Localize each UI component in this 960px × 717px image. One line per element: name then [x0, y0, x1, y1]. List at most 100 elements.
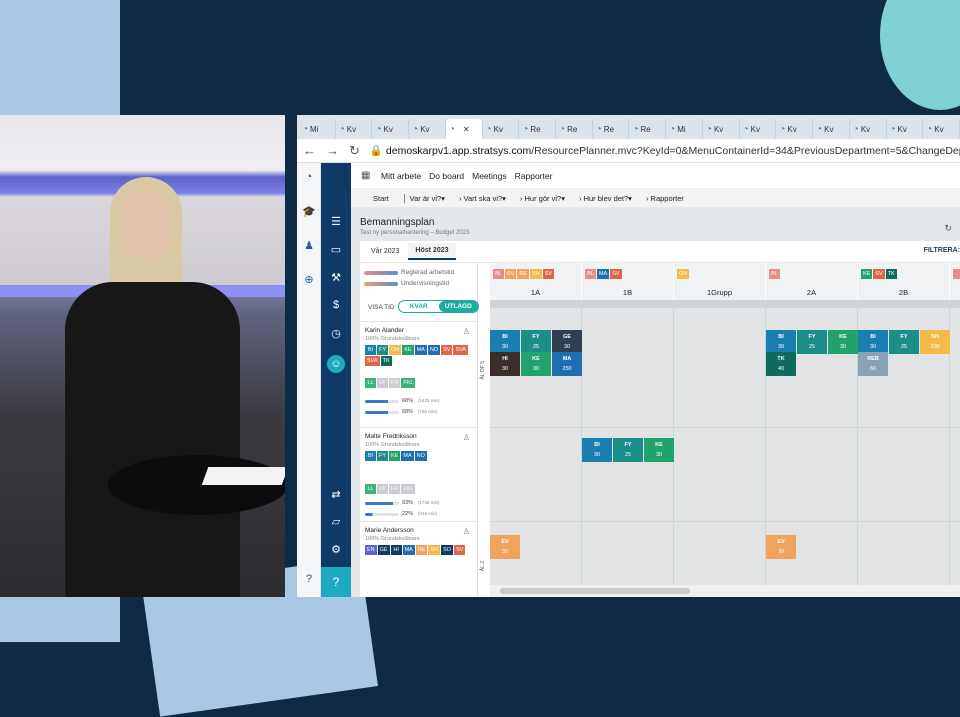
class-header[interactable]: BL MA SV 1B [582, 263, 674, 300]
toggle-kvar[interactable]: KVAR [399, 301, 439, 312]
menu-mitt-arbete[interactable]: Mitt arbete [381, 171, 421, 181]
submenu-start[interactable]: Start [373, 194, 389, 203]
tab-favicon-icon: ◔ [816, 123, 823, 135]
browser-tab[interactable]: ◔ Kv [372, 119, 410, 139]
allocation-cell[interactable]: FY 25 [889, 330, 919, 354]
browser-tab[interactable]: ◔ Kv [813, 119, 850, 139]
allocation-cell[interactable]: BI 30 [766, 330, 796, 354]
org-icon[interactable]: ♟ [300, 239, 318, 252]
browser-tab[interactable]: ◔ Re [519, 119, 557, 139]
help-button-icon[interactable]: ? [321, 567, 351, 597]
class-tags: BL MA SV [585, 269, 622, 279]
class-name: 2A [806, 288, 817, 297]
submenu-hur-gor-vi[interactable]: › Hur gör vi?▾ [520, 194, 565, 203]
staff-card[interactable]: Malte Fredriksson 100% Grundskollärare ♙ BI… [360, 427, 478, 521]
browser-tab[interactable]: ◔ Re [629, 119, 667, 139]
allocation-cell[interactable]: BI 30 [490, 330, 520, 354]
browser-tab[interactable]: ◔ Kv [850, 119, 887, 139]
scrollbar-thumb[interactable] [500, 588, 690, 594]
class-tag: SV [542, 269, 554, 279]
allocation-cell[interactable]: FY 25 [613, 438, 643, 462]
allocation-cell[interactable]: EV 30 [490, 535, 520, 559]
filter-label[interactable]: FILTRERA: [924, 247, 960, 254]
tab-host-2023[interactable]: Höst 2023 [408, 243, 456, 260]
help-icon[interactable]: ? [300, 573, 318, 585]
allocation-cell[interactable]: KE 30 [644, 438, 674, 462]
refresh-icon[interactable]: ↻ [944, 223, 952, 234]
browser-tab[interactable]: ◔ Mi [299, 119, 336, 139]
submenu-vart-ska-vi[interactable]: › Vart ska vi?▾ [459, 194, 506, 203]
dollar-icon[interactable]: $ [327, 299, 345, 311]
allocation-cell[interactable]: EV 30 [766, 535, 796, 559]
browser-tab[interactable]: ◔ Re [556, 119, 593, 139]
allocation-cell[interactable]: FY 25 [797, 330, 827, 354]
folder-icon[interactable]: ▱ [327, 515, 345, 528]
browser-tab[interactable]: ◔ Kv [409, 119, 446, 139]
browser-tab[interactable]: ◔ Re [593, 119, 630, 139]
gear-icon[interactable]: ⚙ [327, 543, 345, 556]
menu-meetings[interactable]: Meetings [472, 171, 507, 181]
horizontal-scrollbar[interactable] [490, 585, 960, 597]
staff-card[interactable]: Karin Alander 100% Grundskollärare ♙ BI FY OH… [360, 321, 478, 427]
subject-chip: BI [365, 345, 376, 355]
browser-tab[interactable]: ◔ Mi [666, 119, 703, 139]
browser-tab[interactable]: ◔ ✕ [445, 119, 483, 139]
staff-card[interactable]: Marie Andersson 100% Grundskollärare ♙ EN GE… [360, 521, 478, 581]
usage-bar [365, 513, 399, 516]
forward-icon[interactable]: → [326, 143, 339, 158]
allocation-cell[interactable]: GE 30 [552, 330, 582, 354]
class-header[interactable]: BL 2A [766, 263, 858, 300]
allocation-cell[interactable]: REB 60 [858, 352, 888, 376]
tab-label: Kv [787, 124, 797, 134]
user-icon[interactable]: ♙ [463, 433, 470, 442]
people-icon[interactable]: ☺ [327, 355, 345, 373]
menu-rapporter[interactable]: Rapporter [515, 171, 553, 181]
user-icon[interactable]: ♙ [463, 527, 470, 536]
allocation-cell[interactable]: SH 100 [920, 330, 950, 354]
back-icon[interactable]: ← [303, 143, 316, 158]
tab-close-icon[interactable]: ✕ [463, 125, 470, 134]
allocation-subject: GE [563, 334, 571, 340]
graduation-icon[interactable]: 🎓 [300, 205, 318, 218]
swap-icon[interactable]: ⇄ [327, 488, 345, 501]
add-icon[interactable]: ⊕ [300, 273, 318, 286]
browser-tab[interactable]: ◔ Kv [923, 119, 960, 139]
tab-var-2023[interactable]: Vår 2023 [364, 244, 406, 259]
allocation-cell[interactable]: BI 30 [858, 330, 888, 354]
browser-tab[interactable]: ◔ Kv [776, 119, 814, 139]
menu-do-board[interactable]: Do board [429, 171, 464, 181]
class-header[interactable]: OH 1Grupp [674, 263, 766, 300]
extra-chip: LL [365, 378, 376, 388]
class-header[interactable]: KE SV TK 2B [858, 263, 950, 300]
browser-tab[interactable]: ◔ Kv [740, 119, 777, 139]
browser-tab[interactable]: ◔ Kv [336, 119, 373, 139]
allocation-cell[interactable]: KE 30 [521, 352, 551, 376]
tab-favicon-icon: ◔ [559, 123, 566, 135]
user-icon[interactable]: ♙ [463, 327, 470, 336]
time-toggle[interactable]: KVAR UTLAGD [398, 300, 479, 313]
submenu-var-ar-vi[interactable]: │ Var är vi?▾ [403, 194, 445, 203]
submenu-hur-blev-det[interactable]: › Hur blev det?▾ [579, 194, 632, 203]
class-header[interactable]: BL EV RE SH SV 1A [490, 263, 582, 300]
book-icon[interactable]: ▭ [327, 243, 345, 256]
submenu-rapporter[interactable]: › Rapporter [646, 194, 684, 203]
browser-tab[interactable]: ◔ Kv [887, 119, 924, 139]
class-tag: OH [677, 269, 690, 279]
allocation-cell[interactable]: TK 40 [766, 352, 796, 376]
wrench-icon[interactable]: ⚒ [327, 271, 345, 284]
grid-icon[interactable]: ▦ [361, 170, 370, 181]
clock-icon[interactable]: ◷ [327, 327, 345, 340]
reload-icon[interactable]: ↻ [349, 143, 360, 159]
url-field[interactable]: 🔒 demoskarpv1.app.stratsys.com/ResourceP… [370, 144, 960, 157]
allocation-cell[interactable]: MA 250 [552, 352, 582, 376]
menu-icon[interactable]: ☰ [327, 215, 345, 228]
allocation-value: 30 [501, 344, 509, 350]
schedule-grid: BL EV RE SH SV 1A BL MA SV 1B OH 1Grupp BL 2A KE SV TK 2B… [490, 263, 960, 597]
toggle-utlagd[interactable]: UTLAGD [438, 301, 478, 312]
browser-tab[interactable]: ◔ Kv [703, 119, 740, 139]
allocation-cell[interactable]: KE 30 [828, 330, 858, 354]
allocation-cell[interactable]: BI 30 [582, 438, 612, 462]
allocation-cell[interactable]: HI 30 [490, 352, 520, 376]
browser-tab[interactable]: ◔ Kv [483, 119, 520, 139]
allocation-cell[interactable]: FY 25 [521, 330, 551, 354]
